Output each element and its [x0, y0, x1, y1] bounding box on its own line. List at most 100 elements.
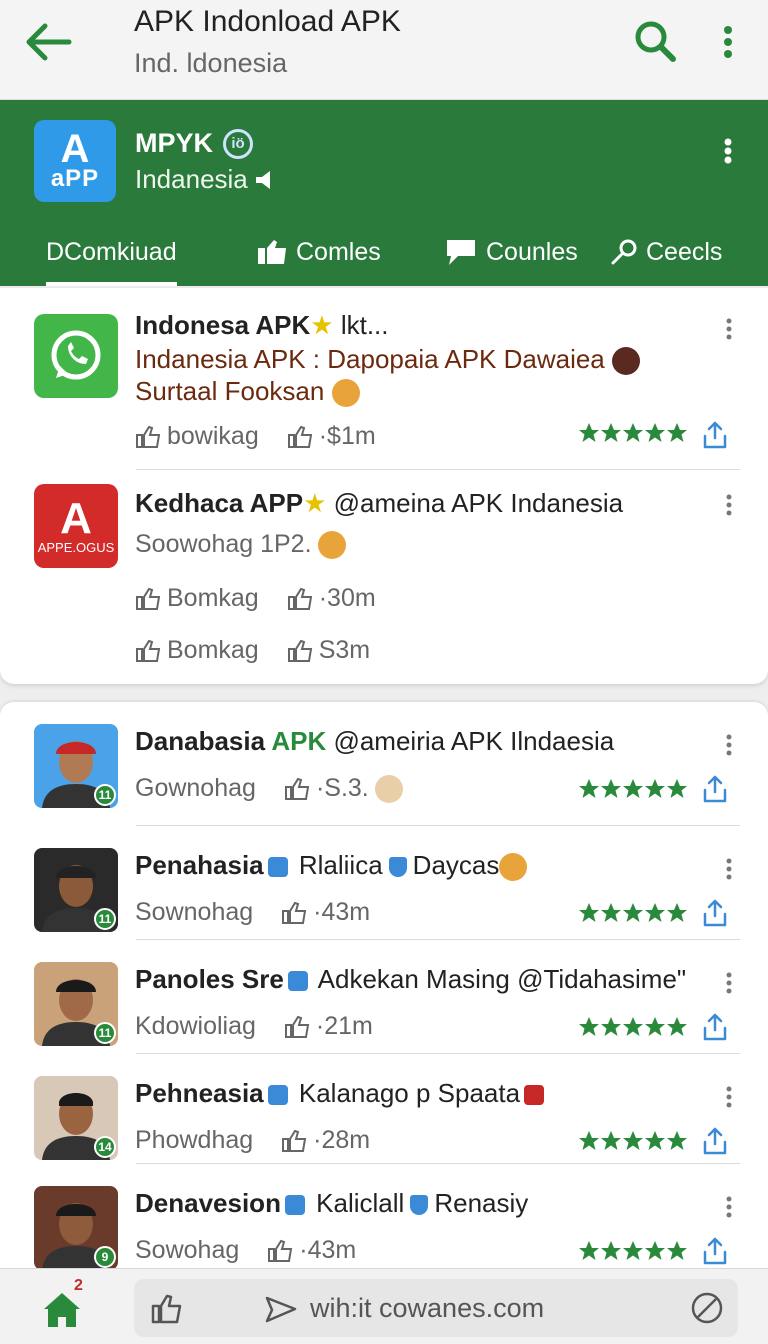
item-meta-a: Kdowioliag	[135, 1012, 256, 1040]
item-title: Pehneasia Kalanago p Spaata	[135, 1078, 548, 1109]
item-sub-text: Soowohag 1P2.	[135, 530, 312, 558]
emoji-icon	[612, 347, 640, 376]
app-logo: A aPP	[34, 120, 116, 202]
item-meta-a: Bomkag	[167, 584, 259, 612]
item-title-rest: Kalanago p Spaata	[291, 1078, 521, 1108]
item-meta: Bomkag ·30m	[135, 584, 376, 613]
home-icon[interactable]: 2	[40, 1277, 86, 1331]
item-more-icon[interactable]	[724, 492, 734, 518]
tab-bar: DComkiuad Comles Counles Ceecls	[0, 224, 768, 286]
thumbs-up-icon[interactable]	[150, 1293, 182, 1325]
profile-name-text: MPYK	[135, 128, 214, 158]
shield-icon	[410, 1195, 429, 1216]
share-icon[interactable]	[700, 420, 730, 450]
tab-counles[interactable]: Counles	[444, 230, 578, 274]
logo-letter: A	[60, 494, 92, 543]
avatar-badge: 11	[94, 784, 116, 806]
item-title-rest: Kaliclall	[308, 1188, 405, 1218]
item-title-bold: Penahasia	[135, 850, 264, 880]
item-title: Indonesa APK★ lkt...	[135, 310, 389, 341]
header-more-icon[interactable]	[718, 136, 738, 166]
emoji-icon	[331, 379, 360, 408]
thumbs-up-icon	[284, 777, 310, 800]
thumbs-up-icon	[282, 1129, 307, 1152]
avatar-badge: 14	[94, 1136, 116, 1158]
item-title-rest: Adkekan Masing @Tidahasime"	[311, 964, 687, 994]
item-line-2-text: Indanesia APK : Dapopaia APK Dawaiea	[135, 344, 605, 374]
item-meta-b: ·28m	[313, 1126, 371, 1154]
emoji-icon	[317, 530, 346, 559]
avatar: 9	[34, 1186, 118, 1270]
app-logo-icon: A APPE.OGUS	[34, 484, 118, 568]
shield-icon	[388, 857, 407, 878]
emoji-icon	[499, 853, 528, 882]
key-icon	[611, 239, 637, 265]
profile-name: MPYK iö	[135, 128, 254, 159]
item-title: Penahasia Rlaliica Daycas	[135, 850, 528, 882]
url-text: wih:it cowanes.com	[310, 1293, 545, 1323]
search-icon[interactable]	[632, 18, 678, 64]
rating-stars	[578, 1130, 688, 1154]
thumbs-icon	[258, 240, 286, 264]
whatsapp-icon	[34, 314, 118, 398]
list-item[interactable]: 14 Pehneasia Kalanago p Spaata Phowdhag ·28…	[0, 1054, 768, 1164]
list-item[interactable]: 11 Panoles Sre Adkekan Masing @Tidahasime…	[0, 940, 768, 1054]
people-list-card: 11 Danabasia APK @ameiria APK Ilndaesia Go…	[0, 702, 768, 1270]
item-title-bold: Panoles Sre	[135, 964, 284, 994]
item-title-bold: Denavesion	[135, 1188, 281, 1218]
thumbs-up-icon	[284, 1015, 310, 1038]
item-meta-a: Phowdhag	[135, 1126, 254, 1154]
item-title: Panoles Sre Adkekan Masing @Tidahasime"	[135, 964, 686, 995]
item-more-icon[interactable]	[724, 1084, 734, 1110]
region-text: Indanesia	[135, 164, 248, 194]
item-meta-a: Sowohag	[135, 1236, 240, 1264]
more-vertical-icon[interactable]	[716, 22, 740, 62]
list-item[interactable]: 11 Penahasia Rlaliica Daycas Sownohag ·43m	[0, 826, 768, 940]
send-icon[interactable]	[264, 1293, 298, 1325]
item-more-icon[interactable]	[724, 970, 734, 996]
item-meta: bowikag ·$1m	[135, 422, 376, 451]
avatar: 11	[34, 848, 118, 932]
item-meta-b: ·43m	[299, 1236, 357, 1264]
list-item[interactable]: A APPE.OGUS Kedhaca APP★ @ameina APK Ind…	[0, 470, 768, 684]
item-more-icon[interactable]	[724, 1194, 734, 1220]
item-line-3-text: Surtaal Fooksan	[135, 376, 325, 406]
item-more-icon[interactable]	[724, 316, 734, 342]
url-bar[interactable]: wih:it cowanes.com	[134, 1279, 738, 1337]
share-icon[interactable]	[700, 1126, 730, 1156]
tab-download[interactable]: DComkiuad	[46, 230, 177, 286]
emoji-icon	[374, 774, 403, 803]
list-item[interactable]: 11 Danabasia APK @ameiria APK Ilndaesia Go…	[0, 702, 768, 826]
avatar: 14	[34, 1076, 118, 1160]
item-meta-a: Gownohag	[135, 774, 256, 802]
item-meta-b: ·$1m	[318, 422, 376, 450]
item-more-icon[interactable]	[724, 856, 734, 882]
list-item[interactable]: 9 Denavesion Kaliclall Renasiy Sowohag ·43m	[0, 1164, 768, 1270]
block-icon[interactable]	[690, 1291, 724, 1325]
share-icon[interactable]	[700, 1012, 730, 1042]
tab-ceecls[interactable]: Ceecls	[610, 230, 722, 274]
share-icon[interactable]	[700, 898, 730, 928]
item-line-2: Indanesia APK : Dapopaia APK Dawaiea	[135, 344, 640, 376]
app-bar-titles: APK Indonload APK Ind. ldonesia	[134, 6, 401, 79]
avatar-badge: 11	[94, 1022, 116, 1044]
share-icon[interactable]	[700, 1236, 730, 1266]
item-meta-a: Bomkag	[167, 636, 259, 664]
thumbs-up-icon	[268, 1239, 293, 1262]
item-meta: Gownohag ·S.3.	[135, 774, 403, 803]
item-more-icon[interactable]	[724, 732, 734, 758]
list-item[interactable]: Indonesa APK★ lkt... Indanesia APK : Dap…	[0, 288, 768, 470]
item-title-tail: Daycas	[412, 850, 500, 880]
item-title: Denavesion Kaliclall Renasiy	[135, 1188, 528, 1219]
item-meta-a: bowikag	[167, 422, 259, 450]
logo-small-text: APPE.OGUS	[37, 540, 115, 555]
item-title-bold: Kedhaca APP	[135, 488, 304, 518]
rating-stars	[578, 902, 688, 926]
item-meta: Kdowioliag ·21m	[135, 1012, 373, 1041]
rating-stars	[578, 778, 688, 802]
share-icon[interactable]	[700, 774, 730, 804]
item-title-rest: @ameina APK Indanesia	[326, 488, 624, 518]
back-arrow-icon[interactable]	[22, 18, 74, 66]
tab-comles[interactable]: Comles	[256, 230, 381, 274]
featured-list-card: Indonesa APK★ lkt... Indanesia APK : Dap…	[0, 288, 768, 684]
